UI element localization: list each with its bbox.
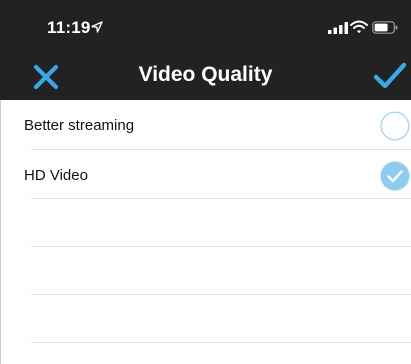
page-title: Video Quality [138, 63, 273, 86]
empty-row-divider [31, 246, 411, 247]
radio-selected-check-icon[interactable] [380, 161, 410, 191]
option-row-hd-video[interactable]: HD Video [1, 150, 411, 199]
video-quality-screen: 11:19 Video Quality Better streaming HD … [0, 0, 411, 364]
wifi-icon [350, 20, 368, 34]
radio-unselected-icon[interactable] [380, 111, 410, 141]
status-time: 11:19 [47, 18, 91, 37]
row-divider [31, 198, 411, 199]
status-bar: 11:19 [0, 0, 411, 50]
battery-icon [372, 21, 398, 34]
location-icon [91, 21, 103, 33]
option-label: Better streaming [24, 117, 135, 134]
empty-row-divider [31, 342, 411, 343]
empty-row-divider [31, 294, 411, 295]
signal-icon [328, 22, 348, 34]
option-label: HD Video [24, 167, 88, 184]
options-list: Better streaming HD Video [0, 100, 411, 364]
option-row-better-streaming[interactable]: Better streaming [1, 100, 411, 149]
checkmark-icon[interactable] [373, 62, 407, 90]
navigation-bar: Video Quality [0, 50, 411, 100]
